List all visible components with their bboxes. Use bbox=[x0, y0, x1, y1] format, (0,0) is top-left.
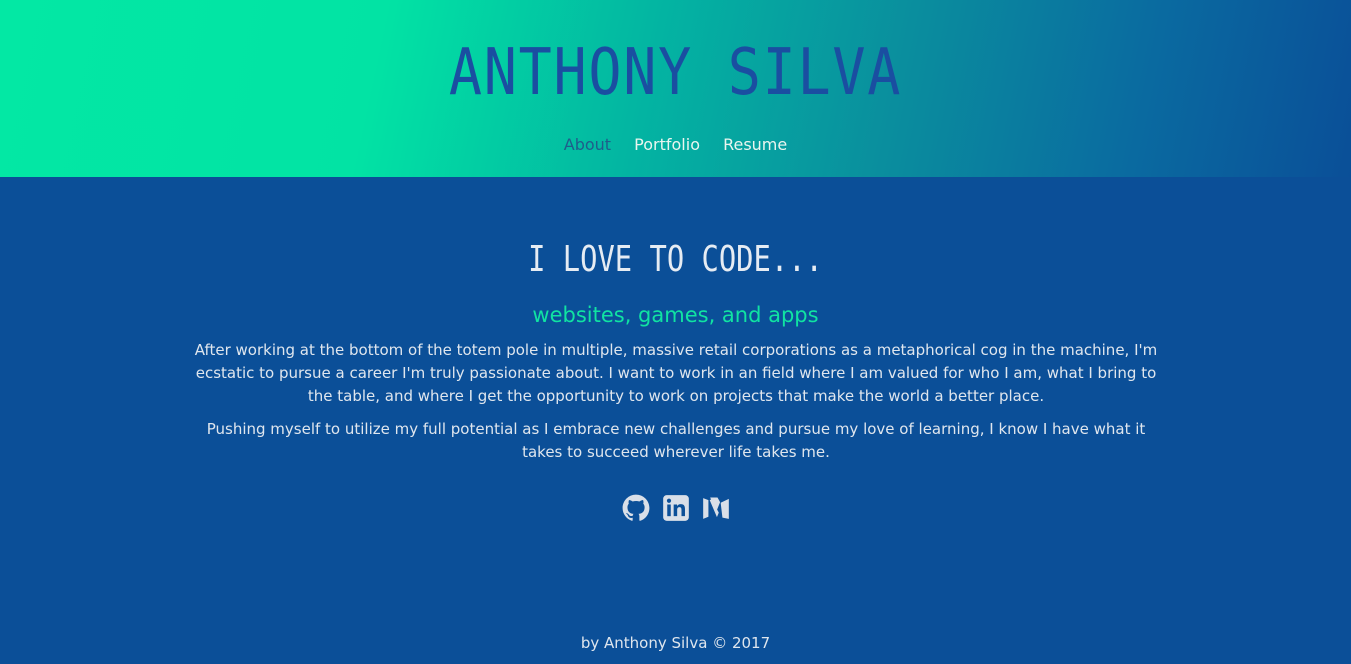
main-nav: About Portfolio Resume bbox=[0, 133, 1351, 157]
site-header: ANTHONY SILVA About Portfolio Resume bbox=[0, 0, 1351, 177]
medium-icon bbox=[702, 497, 729, 519]
nav-item-portfolio[interactable]: Portfolio bbox=[634, 133, 700, 157]
about-heading: I LOVE TO CODE... bbox=[528, 239, 823, 280]
bio-paragraph: Pushing myself to utilize my full potent… bbox=[206, 420, 1146, 461]
medium-link[interactable] bbox=[702, 494, 730, 522]
about-subheading: websites, games, and apps bbox=[532, 303, 819, 327]
social-links bbox=[0, 494, 1351, 522]
linkedin-icon bbox=[662, 495, 689, 521]
github-icon bbox=[622, 494, 649, 521]
footer-credit: by Anthony Silva © 2017 bbox=[580, 634, 771, 652]
github-link[interactable] bbox=[622, 494, 650, 522]
bio-paragraph: After working at the bottom of the totem… bbox=[194, 341, 1158, 405]
about-bio: After working at the bottom of the totem… bbox=[190, 339, 1162, 474]
linkedin-link[interactable] bbox=[662, 494, 690, 522]
site-title: ANTHONY SILVA bbox=[448, 36, 903, 110]
nav-item-resume[interactable]: Resume bbox=[723, 133, 787, 157]
nav-item-about[interactable]: About bbox=[564, 133, 611, 157]
